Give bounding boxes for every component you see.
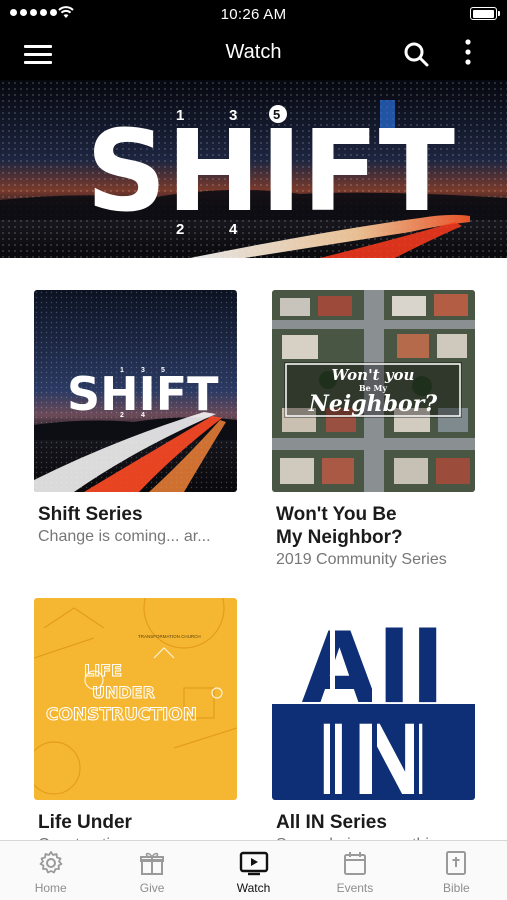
tab-bible[interactable]: Bible bbox=[406, 841, 507, 900]
status-time: 10:26 AM bbox=[220, 6, 287, 23]
svg-text:3: 3 bbox=[229, 107, 237, 124]
navigation-bar: Watch bbox=[0, 28, 507, 80]
svg-text:LIFE: LIFE bbox=[84, 661, 122, 680]
gift-icon bbox=[140, 852, 165, 875]
svg-text:CONSTRUCTION: CONSTRUCTION bbox=[46, 705, 197, 725]
series-title: Won't You Be My Neighbor? bbox=[276, 504, 403, 548]
svg-text:4: 4 bbox=[141, 412, 145, 419]
more-options-icon[interactable] bbox=[458, 38, 478, 68]
neighbor-series-artwork: Won't you Be My Neighbor? bbox=[272, 290, 475, 492]
series-title: Life Under bbox=[38, 812, 132, 833]
series-card-all-in[interactable]: All IN All IN Series Surrendering everyt… bbox=[272, 598, 475, 855]
svg-text:UNDER: UNDER bbox=[92, 683, 155, 702]
gear-icon bbox=[39, 851, 63, 874]
svg-text:Won't you: Won't you bbox=[332, 366, 415, 384]
page-title: Watch bbox=[225, 41, 282, 63]
svg-text:5: 5 bbox=[161, 367, 165, 374]
series-card-neighbor[interactable]: Won't you Be My Neighbor? Won't You Be M… bbox=[272, 290, 475, 570]
hero-artwork-title: SHIFT bbox=[86, 107, 455, 237]
svg-text:1: 1 bbox=[176, 107, 184, 124]
bible-icon bbox=[446, 851, 467, 875]
svg-text:5: 5 bbox=[273, 107, 280, 122]
svg-text:TRANSFORMATION CHURCH: TRANSFORMATION CHURCH bbox=[138, 634, 201, 639]
battery-icon bbox=[470, 7, 500, 20]
svg-text:1: 1 bbox=[120, 367, 124, 374]
video-icon bbox=[239, 851, 268, 876]
tab-watch[interactable]: Watch bbox=[203, 841, 304, 900]
tab-home[interactable]: Home bbox=[0, 841, 101, 900]
svg-text:3: 3 bbox=[141, 367, 145, 374]
shift-hero-artwork: SHIFT 1 2 3 4 5 bbox=[0, 80, 507, 258]
series-card-life-under-construction[interactable]: TRANSFORMATION CHURCH LIFE UNDER CONSTRU… bbox=[34, 598, 237, 855]
series-title: All IN Series bbox=[276, 812, 387, 833]
all-in-series-artwork: All IN bbox=[272, 598, 475, 800]
series-subtitle: 2019 Community Series bbox=[276, 551, 447, 568]
tab-events[interactable]: Events bbox=[304, 841, 405, 900]
svg-text:Neighbor?: Neighbor? bbox=[308, 391, 438, 417]
series-title: Shift Series bbox=[38, 504, 143, 525]
featured-series-banner[interactable]: SHIFT 1 2 3 4 5 bbox=[0, 80, 507, 258]
tab-give[interactable]: Give bbox=[101, 841, 202, 900]
svg-text:4: 4 bbox=[229, 221, 238, 238]
series-card-shift[interactable]: SHIFT 1 2 3 4 5 Shift Series Change is c… bbox=[34, 290, 237, 547]
svg-text:2: 2 bbox=[176, 221, 184, 238]
life-under-construction-artwork: TRANSFORMATION CHURCH LIFE UNDER CONSTRU… bbox=[34, 598, 237, 800]
series-subtitle: Change is coming... ar... bbox=[38, 528, 211, 545]
status-bar: 10:26 AM bbox=[0, 0, 507, 28]
bottom-tab-bar: Home Give Watch Events Bible bbox=[0, 840, 507, 900]
shift-series-artwork: SHIFT 1 2 3 4 5 bbox=[34, 290, 237, 492]
search-icon[interactable] bbox=[402, 40, 430, 68]
calendar-icon bbox=[343, 852, 366, 875]
svg-text:2: 2 bbox=[120, 412, 124, 419]
